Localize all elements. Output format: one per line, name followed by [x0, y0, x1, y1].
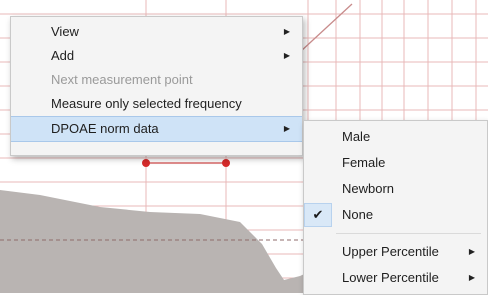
norm-data-submenu: Male Female Newborn ✔ None Upper Percent…	[303, 120, 488, 295]
measurement-point[interactable]	[222, 159, 230, 167]
menu-item-label: Add	[51, 48, 75, 63]
submenu-item-upper-percentile[interactable]: Upper Percentile ▶	[304, 239, 487, 265]
submenu-item-male[interactable]: Male	[304, 124, 487, 150]
submenu-item-label: Lower Percentile	[342, 270, 439, 285]
submenu-item-label: None	[342, 207, 374, 222]
menu-item-label: Next measurement point	[51, 72, 193, 87]
submenu-arrow-icon: ▶	[468, 247, 475, 256]
submenu-arrow-icon: ▶	[468, 273, 475, 282]
submenu-item-newborn[interactable]: Newborn	[304, 176, 487, 202]
submenu-item-none[interactable]: ✔ None	[304, 202, 487, 228]
submenu-item-label: Female	[342, 155, 386, 170]
menu-item-add[interactable]: Add ▶	[11, 44, 302, 68]
submenu-item-label: Upper Percentile	[342, 244, 439, 259]
submenu-item-female[interactable]: Female	[304, 150, 487, 176]
menu-item-label: View	[51, 24, 79, 39]
submenu-item-label: Newborn	[342, 181, 395, 196]
menu-separator	[336, 233, 481, 234]
context-menu: View ▶ Add ▶ Next measurement point Meas…	[10, 16, 303, 156]
menu-item-next-measurement-point: Next measurement point	[11, 68, 302, 92]
menu-item-dpoae-norm-data[interactable]: DPOAE norm data ▶	[11, 116, 302, 142]
submenu-item-label: Male	[342, 129, 371, 144]
submenu-arrow-icon: ▶	[283, 124, 290, 133]
checkmark-icon: ✔	[304, 203, 332, 227]
menu-item-view[interactable]: View ▶	[11, 20, 302, 44]
submenu-item-lower-percentile[interactable]: Lower Percentile ▶	[304, 265, 487, 291]
menu-item-label: Measure only selected frequency	[51, 96, 242, 111]
measurement-point[interactable]	[142, 159, 150, 167]
submenu-arrow-icon: ▶	[283, 51, 290, 60]
menu-item-measure-only-selected-frequency[interactable]: Measure only selected frequency	[11, 92, 302, 116]
submenu-arrow-icon: ▶	[283, 27, 290, 36]
menu-item-label: DPOAE norm data	[51, 121, 159, 136]
